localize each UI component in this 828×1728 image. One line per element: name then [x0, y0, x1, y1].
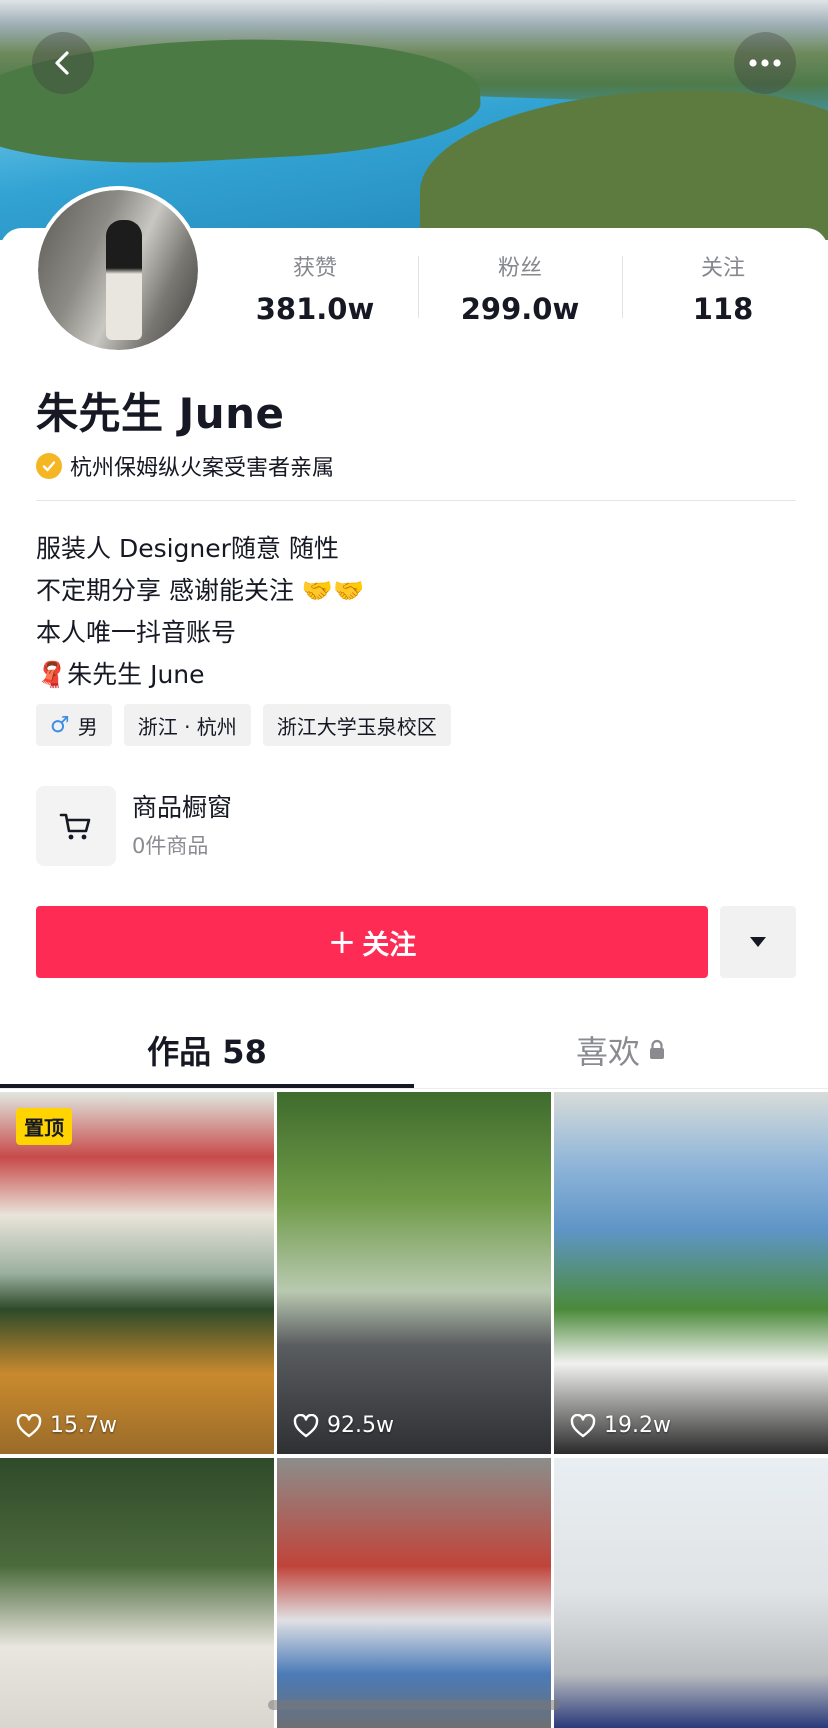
- video-thumbnail[interactable]: 置顶 15.7w: [0, 1092, 274, 1454]
- verified-check-icon: [36, 453, 62, 479]
- verification-row: 杭州保姆纵火案受害者亲属: [36, 450, 334, 482]
- bio-line: 本人唯一抖音账号: [36, 618, 237, 647]
- stat-following[interactable]: 关注 118: [623, 254, 823, 330]
- profile-name: 朱先生 June: [36, 389, 285, 438]
- stat-likes[interactable]: 获赞 381.0w: [215, 254, 415, 330]
- school-tag[interactable]: 浙江大学玉泉校区: [262, 704, 451, 746]
- gender-tag: ♂ 男: [36, 704, 112, 746]
- tab-works[interactable]: 作品 58: [0, 1012, 414, 1088]
- follow-dropdown-button[interactable]: [720, 906, 796, 978]
- stat-following-value: 118: [692, 292, 754, 326]
- follow-button-label: 关注: [362, 929, 417, 961]
- profile-bio: 服装人 Designer随意 随性 不定期分享 感谢能关注 🤝🤝 本人唯一抖音账…: [36, 528, 796, 696]
- heart-icon: [293, 1413, 319, 1437]
- stat-divider: [622, 256, 623, 318]
- stat-likes-label: 获赞: [292, 256, 337, 281]
- stat-followers-value: 299.0w: [460, 292, 580, 326]
- stat-followers-label: 粉丝: [497, 256, 542, 281]
- more-options-button[interactable]: [734, 32, 796, 94]
- video-thumbnail[interactable]: 92.5w: [277, 1092, 551, 1454]
- bio-line: 🧣朱先生 June: [36, 660, 205, 689]
- video-thumbnail[interactable]: [0, 1458, 274, 1728]
- lock-icon: [650, 1039, 664, 1059]
- shop-window-count: 0件商品: [132, 834, 209, 858]
- profile-stats: 获赞 381.0w 粉丝 299.0w 关注 118: [0, 254, 828, 334]
- location-tag[interactable]: 浙江 · 杭州: [123, 704, 251, 746]
- bio-line: 服装人 Designer随意 随性: [36, 534, 339, 563]
- video-likes-count: 15.7w: [50, 1413, 117, 1438]
- follow-button[interactable]: + 关注: [36, 906, 708, 978]
- pinned-badge: 置顶: [16, 1108, 72, 1145]
- back-button[interactable]: [32, 32, 94, 94]
- tab-likes-label: 喜欢: [575, 1033, 640, 1071]
- profile-tags: ♂ 男 浙江 · 杭州 浙江大学玉泉校区: [36, 704, 463, 746]
- heart-icon: [16, 1413, 42, 1437]
- video-thumbnail[interactable]: 19.2w: [554, 1092, 828, 1454]
- plus-icon: +: [327, 922, 357, 962]
- male-icon: ♂: [50, 712, 70, 738]
- video-thumbnail[interactable]: [554, 1458, 828, 1728]
- divider: [0, 1088, 828, 1089]
- stat-likes-value: 381.0w: [255, 292, 375, 326]
- home-indicator[interactable]: [268, 1700, 560, 1710]
- video-likes-count: 92.5w: [327, 1413, 394, 1438]
- stat-followers[interactable]: 粉丝 299.0w: [420, 254, 620, 330]
- shop-window-entry[interactable]: 商品橱窗 0件商品: [36, 786, 232, 866]
- stat-following-label: 关注: [700, 256, 745, 281]
- content-tabs: 作品 58 喜欢: [0, 1012, 828, 1088]
- verification-text: 杭州保姆纵火案受害者亲属: [70, 456, 335, 481]
- divider: [36, 500, 796, 501]
- video-likes-count: 19.2w: [604, 1413, 671, 1438]
- gender-label: 男: [77, 714, 98, 739]
- tab-likes[interactable]: 喜欢: [414, 1012, 828, 1088]
- video-likes: 92.5w: [293, 1413, 394, 1438]
- video-likes: 19.2w: [570, 1413, 671, 1438]
- caret-down-icon: [750, 937, 766, 947]
- bio-line: 不定期分享 感谢能关注 🤝🤝: [36, 576, 365, 605]
- video-likes: 15.7w: [16, 1413, 117, 1438]
- chevron-left-icon: [55, 51, 69, 75]
- more-dots-icon: [749, 59, 781, 67]
- stat-divider: [418, 256, 419, 318]
- video-thumbnail[interactable]: [277, 1458, 551, 1728]
- shopping-cart-icon: [36, 786, 116, 866]
- heart-icon: [570, 1413, 596, 1437]
- shop-window-title: 商品橱窗: [132, 793, 233, 822]
